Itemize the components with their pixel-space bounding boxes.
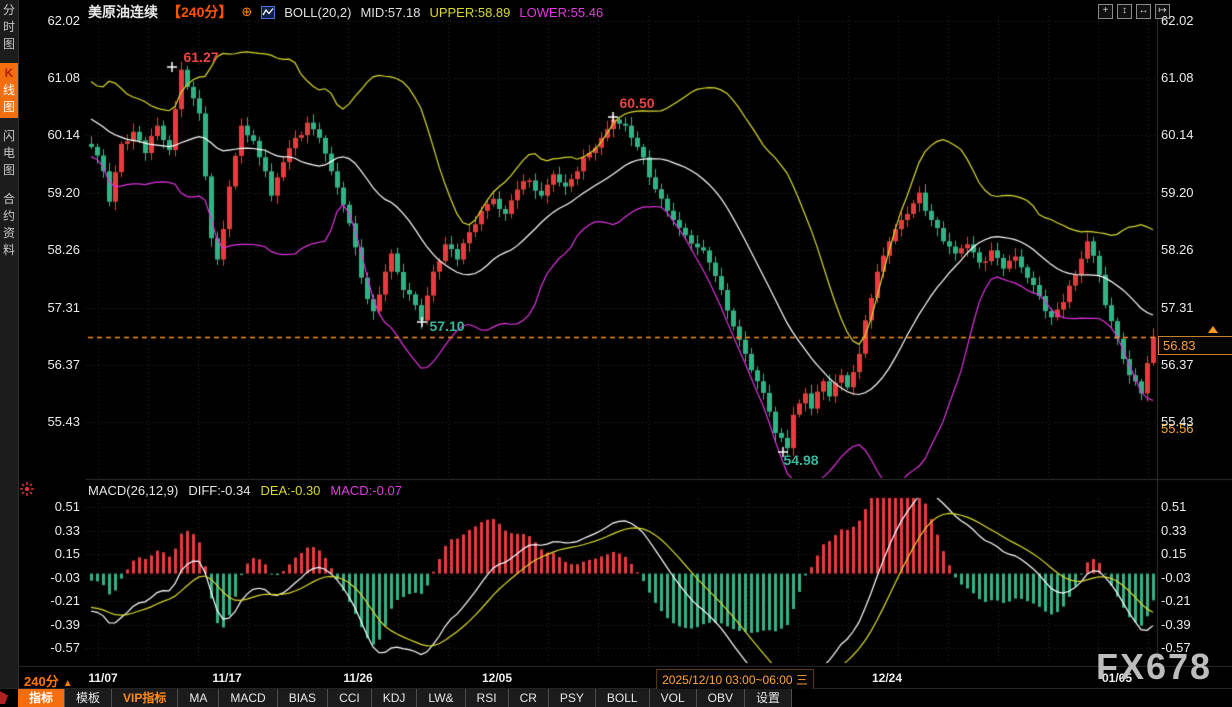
price-annotation: 61.27 xyxy=(183,49,218,65)
move-tool-icon[interactable]: + xyxy=(1098,4,1113,19)
toolbar-item-CR[interactable]: CR xyxy=(509,689,549,707)
toolbar-item-MA[interactable]: MA xyxy=(178,689,219,707)
price-axis-label: 58.26 xyxy=(34,242,80,257)
price-axis-label: 59.20 xyxy=(1161,185,1194,200)
macd-axis-label: -0.39 xyxy=(1161,617,1191,632)
macd-dea-value: DEA:-0.30 xyxy=(260,483,320,498)
period-selector[interactable]: 240分▲ xyxy=(24,671,73,690)
toolbar-item-设置[interactable]: 设置 xyxy=(745,689,792,707)
price-axis-label: 55.43 xyxy=(1161,414,1194,429)
chart-tool-buttons: +↕↔↦ xyxy=(1098,4,1170,19)
sidebar-item-char: 合 xyxy=(0,191,18,208)
time-axis-tick: 12/24 xyxy=(872,671,902,685)
chart-header: 美原油连续 【240分】 ⊕ BOLL(20,2) MID:57.18 UPPE… xyxy=(88,4,603,20)
price-axis-label: 61.08 xyxy=(1161,70,1194,85)
toolbar-item-KDJ[interactable]: KDJ xyxy=(372,689,418,707)
price-annotation: 57.10 xyxy=(429,318,464,334)
sidebar-item-char: 约 xyxy=(0,208,18,225)
price-axis-label: 62.02 xyxy=(1161,13,1194,28)
sidebar-item-char: 时 xyxy=(0,19,18,36)
period-tag[interactable]: 【240分】 xyxy=(167,2,232,22)
sidebar-item-char: K xyxy=(0,65,18,82)
chart-type-sidebar: 分时图K线图闪电图合约资料 xyxy=(0,0,19,688)
sidebar-item-char: 图 xyxy=(0,99,18,116)
sidebar-item-contract-info[interactable]: 合约资料 xyxy=(0,189,18,261)
price-axis-label: 55.43 xyxy=(34,414,80,429)
boll-upper-value: UPPER:58.89 xyxy=(429,5,510,20)
macd-axis-label: -0.21 xyxy=(1161,593,1191,608)
macd-axis-label: 0.51 xyxy=(34,499,80,514)
price-axis-label: 56.37 xyxy=(34,357,80,372)
macd-axis-label: -0.21 xyxy=(34,593,80,608)
time-axis-tick: 11/17 xyxy=(212,671,241,685)
boll-label: BOLL(20,2) xyxy=(284,5,351,20)
sidebar-item-char: 电 xyxy=(0,145,18,162)
time-axis-tick: 12/05 xyxy=(482,671,512,685)
time-axis-tick: 11/26 xyxy=(343,671,372,685)
sidebar-item-char: 图 xyxy=(0,36,18,53)
zoom-y-axis-icon[interactable]: ↕ xyxy=(1117,4,1132,19)
time-axis: 240分▲ 2025/12/10 03:00~06:00 三 11/07 11/1… xyxy=(0,667,1232,688)
zoom-x-axis-icon[interactable]: ↔ xyxy=(1136,4,1151,19)
toolbar-item-PSY[interactable]: PSY xyxy=(549,689,596,707)
price-axis-label: 61.08 xyxy=(34,70,80,85)
macd-axis-label: -0.03 xyxy=(34,570,80,585)
price-up-arrow-icon xyxy=(1208,326,1218,333)
sidebar-item-char: 分 xyxy=(0,2,18,19)
indicator-marker-icon[interactable] xyxy=(19,481,35,502)
toolbar-item-BIAS[interactable]: BIAS xyxy=(278,689,328,707)
time-axis-tick: 11/07 xyxy=(88,671,117,685)
sidebar-item-char: 图 xyxy=(0,162,18,179)
toolbar-item-VIP指标[interactable]: VIP指标 xyxy=(112,689,178,707)
kline-chart-icon[interactable] xyxy=(261,6,275,19)
sidebar-item-char: 闪 xyxy=(0,128,18,145)
boll-lower-value: LOWER:55.46 xyxy=(519,5,603,20)
sidebar-item-char: 料 xyxy=(0,242,18,259)
price-annotation: 60.50 xyxy=(619,95,654,111)
price-axis-label: 60.14 xyxy=(34,127,80,142)
price-axis-label: 57.31 xyxy=(1161,300,1194,315)
sidebar-item-char: 线 xyxy=(0,82,18,99)
current-price-badge: 56.83 xyxy=(1158,336,1232,355)
instrument-name: 美原油连续 xyxy=(88,2,158,22)
toolbar-item-CCI[interactable]: CCI xyxy=(328,689,372,707)
toolbar-item-BOLL[interactable]: BOLL xyxy=(596,689,650,707)
toolbar-item-OBV[interactable]: OBV xyxy=(697,689,745,707)
sidebar-item-flash-chart[interactable]: 闪电图 xyxy=(0,126,18,181)
price-axis-label: 62.02 xyxy=(34,13,80,28)
toolbar-item-RSI[interactable]: RSI xyxy=(466,689,509,707)
sidebar-item-kline-chart[interactable]: K线图 xyxy=(0,63,18,118)
price-axis-label: 57.31 xyxy=(34,300,80,315)
macd-axis-label: 0.33 xyxy=(1161,523,1186,538)
macd-axis-label: -0.03 xyxy=(1161,570,1191,585)
toolbar-item-VOL[interactable]: VOL xyxy=(650,689,697,707)
macd-axis-label: 0.15 xyxy=(34,546,80,561)
price-annotation: 54.98 xyxy=(783,452,818,468)
macd-macd-value: MACD:-0.07 xyxy=(330,483,402,498)
macd-header: MACD(26,12,9) DIFF:-0.34 DEA:-0.30 MACD:… xyxy=(88,483,402,498)
toolbar-item-模板[interactable]: 模板 xyxy=(65,689,112,707)
sidebar-item-char: 资 xyxy=(0,225,18,242)
boll-mid-value: MID:57.18 xyxy=(360,5,420,20)
macd-axis-label: -0.57 xyxy=(34,640,80,655)
toolbar-item-LW&[interactable]: LW& xyxy=(417,689,465,707)
macd-axis-label: 0.51 xyxy=(1161,499,1186,514)
price-axis-label: 56.37 xyxy=(1161,357,1194,372)
indicator-toolbar: 指标模板VIP指标MAMACDBIASCCIKDJLW&RSICRPSYBOLL… xyxy=(0,689,1232,707)
price-axis-label: 59.20 xyxy=(34,185,80,200)
sidebar-item-time-share-chart[interactable]: 分时图 xyxy=(0,0,18,55)
macd-axis-label: 0.33 xyxy=(34,523,80,538)
toolbar-item-MACD[interactable]: MACD xyxy=(219,689,277,707)
macd-axis-label: 0.15 xyxy=(1161,546,1186,561)
macd-axis-label: -0.39 xyxy=(34,617,80,632)
link-icon[interactable]: ⊕ xyxy=(241,4,252,20)
toolbar-item-指标[interactable]: 指标 xyxy=(18,689,65,707)
macd-title: MACD(26,12,9) xyxy=(88,483,178,498)
price-axis-label: 60.14 xyxy=(1161,127,1194,142)
watermark: FX678 xyxy=(1096,646,1212,688)
macd-diff-value: DIFF:-0.34 xyxy=(188,483,250,498)
price-axis-label: 58.26 xyxy=(1161,242,1194,257)
triangle-up-icon: ▲ xyxy=(63,678,73,689)
hovered-candle-datetime: 2025/12/10 03:00~06:00 三 xyxy=(656,669,814,690)
